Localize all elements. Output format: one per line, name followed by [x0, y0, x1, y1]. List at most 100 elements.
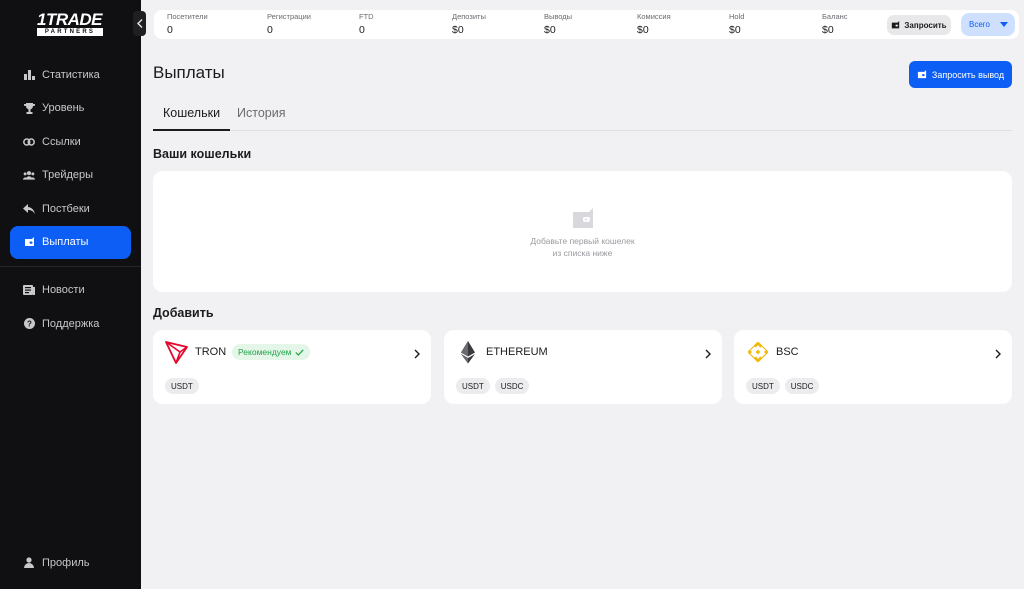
sidebar-divider: [0, 265, 141, 267]
network-name: TRON: [195, 346, 227, 358]
coin-list: USDT USDC: [456, 378, 530, 394]
sidebar-item-label: Профиль: [42, 556, 90, 569]
coin-tag: USDC: [494, 378, 530, 394]
request-withdrawal-button[interactable]: Запросить вывод: [909, 61, 1012, 88]
ethereum-icon: [456, 340, 480, 364]
network-name: BSC: [776, 346, 799, 358]
stat-ftd: FTD 0: [359, 12, 374, 37]
network-name: ETHEREUM: [486, 346, 548, 358]
stat-balance: Баланс $0: [822, 12, 848, 37]
wallets-empty-state: Добавьте первый кошелек из списка ниже: [153, 171, 1012, 292]
wallet-icon: [571, 208, 595, 235]
period-select-value: Всего: [969, 20, 990, 29]
sidebar-item-links[interactable]: Ссылки: [10, 125, 131, 159]
logo-subtitle: PARTNERS: [37, 28, 103, 36]
wallet-icon: [891, 20, 900, 30]
logo-wordmark: 1TRADE: [37, 10, 103, 29]
sidebar-item-level[interactable]: Уровень: [10, 92, 131, 126]
stat-label: Регистрации: [267, 12, 311, 21]
user-icon: [23, 557, 35, 569]
page-title: Выплаты: [153, 63, 225, 82]
stat-label: Hold: [729, 12, 745, 21]
stat-label: Депозиты: [452, 12, 486, 21]
wallets-section-title: Ваши кошельки: [153, 147, 252, 161]
coin-tag: USDT: [456, 378, 490, 394]
svg-text:?: ?: [27, 320, 32, 329]
sidebar-nav: Статистика Уровень Ссылки Трейдеры Постб…: [0, 58, 141, 341]
sidebar-item-statistics[interactable]: Статистика: [10, 58, 131, 92]
tab-history[interactable]: История: [237, 106, 285, 120]
request-button[interactable]: Запросить: [887, 15, 951, 35]
sidebar-item-traders[interactable]: Трейдеры: [10, 159, 131, 193]
trophy-icon: [23, 102, 35, 114]
network-card-ethereum[interactable]: ETHEREUM USDT USDC: [444, 330, 722, 404]
stats-bar: Посетители 0 Регистрации 0 FTD 0 Депозит…: [154, 10, 1019, 39]
stat-visitors: Посетители 0: [167, 12, 208, 37]
sidebar-item-label: Новости: [42, 284, 85, 297]
active-tab-indicator: [153, 129, 230, 131]
recommended-badge-label: Рекомендуем: [238, 347, 292, 357]
stat-label: Комиссия: [637, 12, 671, 21]
sidebar-footer: Профиль: [10, 546, 131, 580]
stat-deposits: Депозиты $0: [452, 12, 486, 37]
stat-value: $0: [822, 24, 834, 36]
stat-registrations: Регистрации 0: [267, 12, 311, 37]
stat-withdrawals: Выводы $0: [544, 12, 572, 37]
sidebar-item-label: Постбеки: [42, 202, 90, 215]
stat-label: Баланс: [822, 12, 848, 21]
stat-value: $0: [452, 24, 464, 36]
link-icon: [23, 136, 35, 148]
tron-icon: [165, 340, 189, 364]
check-icon: [294, 348, 304, 356]
stat-value: $0: [729, 24, 741, 36]
network-card-tron[interactable]: TRON Рекомендуем USDT: [153, 330, 431, 404]
logo[interactable]: 1TRADE PARTNERS: [37, 10, 105, 36]
coin-list: USDT: [165, 378, 199, 394]
sidebar: 1TRADE PARTNERS Статистика Уровень Ссылк…: [0, 0, 141, 589]
network-card-bsc[interactable]: BSC USDT USDC: [734, 330, 1012, 404]
sidebar-item-label: Поддержка: [42, 317, 100, 330]
stat-hold: Hold $0: [729, 12, 744, 37]
stat-value: 0: [167, 24, 173, 36]
collapse-sidebar-button[interactable]: [133, 11, 146, 36]
empty-state-text: Добавьте первый кошелек из списка ниже: [153, 236, 1012, 259]
sidebar-item-postbacks[interactable]: Постбеки: [10, 192, 131, 226]
help-icon: ?: [23, 318, 35, 330]
stat-value: 0: [267, 24, 273, 36]
sidebar-item-support[interactable]: ? Поддержка: [10, 307, 131, 341]
stat-label: Выводы: [544, 12, 573, 21]
chevron-right-icon: [994, 346, 1002, 359]
caret-down-icon: [999, 22, 1008, 27]
recommended-badge: Рекомендуем: [232, 344, 310, 360]
sidebar-item-profile[interactable]: Профиль: [10, 546, 131, 580]
tab-wallets[interactable]: Кошельки: [163, 106, 220, 120]
sidebar-item-label: Выплаты: [42, 236, 89, 248]
wallet-icon: [23, 236, 35, 248]
period-select[interactable]: Всего: [961, 13, 1015, 36]
users-icon: [23, 169, 35, 181]
stat-commission: Комиссия $0: [637, 12, 671, 37]
chevron-right-icon: [704, 346, 712, 359]
sidebar-item-payouts[interactable]: Выплаты: [10, 225, 131, 259]
add-section-title: Добавить: [153, 306, 214, 320]
coin-tag: USDC: [784, 378, 820, 394]
coin-list: USDT USDC: [746, 378, 820, 394]
chevron-left-icon: [136, 19, 143, 28]
reply-icon: [23, 203, 35, 215]
sidebar-item-label: Статистика: [42, 68, 100, 81]
wallet-icon: [917, 69, 927, 80]
request-withdrawal-label: Запросить вывод: [931, 69, 1005, 80]
bar-chart-icon: [23, 69, 35, 81]
sidebar-item-label: Ссылки: [42, 135, 81, 148]
stat-label: FTD: [359, 12, 374, 21]
empty-state-line-2: из списка ниже: [552, 247, 613, 258]
news-icon: [23, 284, 35, 296]
tabs: Кошельки История: [153, 99, 1012, 131]
sidebar-item-news[interactable]: Новости: [10, 274, 131, 308]
sidebar-item-label: Трейдеры: [42, 169, 94, 182]
stat-label: Посетители: [167, 12, 208, 21]
request-button-label: Запросить: [904, 20, 947, 30]
stat-value: $0: [544, 24, 556, 36]
sidebar-item-label: Уровень: [42, 102, 85, 115]
bnb-icon: [746, 340, 770, 364]
